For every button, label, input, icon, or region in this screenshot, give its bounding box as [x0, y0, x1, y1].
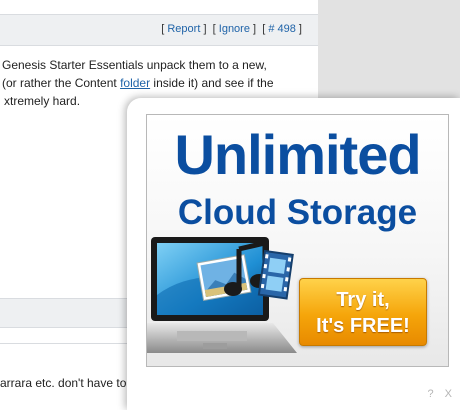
popup-controls: ? X — [419, 388, 452, 400]
ignore-link[interactable]: Ignore — [219, 23, 250, 35]
post-header: [ Report ] [ Ignore ] [ # 498 ] — [0, 14, 318, 46]
post-text-line: Genesis Starter Essentials unpack them t… — [0, 56, 318, 74]
laptop-media-icon — [147, 237, 297, 353]
ad-popup: Unlimited Cloud Storage Try it, It's FRE… — [127, 98, 460, 410]
post-actions: [ Report ] [ Ignore ] [ # 498 ] — [161, 23, 302, 35]
help-icon[interactable]: ? — [427, 388, 433, 400]
post-text-line-3: xtremely hard. — [4, 94, 81, 108]
report-link[interactable]: Report — [167, 23, 200, 35]
ad-headline-1: Unlimited — [174, 123, 421, 186]
close-icon[interactable]: X — [445, 388, 452, 400]
next-post-text: arrara etc. don't have to — [0, 376, 127, 390]
try-it-free-button[interactable]: Try it, It's FREE! — [299, 278, 427, 346]
post-text-line-2a: (or rather the Content — [2, 76, 121, 90]
post-text-line-1: Genesis Starter Essentials unpack them t… — [2, 58, 267, 72]
post-text-line: (or rather the Content folder inside it)… — [0, 74, 318, 92]
ad-headline-2: Cloud Storage — [177, 193, 418, 232]
cta-line-2: It's FREE! — [316, 315, 410, 337]
film-strip-icon — [257, 249, 294, 300]
cloud-storage-ad[interactable]: Unlimited Cloud Storage Try it, It's FRE… — [146, 114, 449, 367]
post-text-line-2b: inside it) and see if the — [150, 76, 274, 90]
post-number-link[interactable]: # 498 — [268, 23, 296, 35]
folder-link[interactable]: folder — [120, 76, 150, 90]
cta-line-1: Try it, — [336, 289, 390, 311]
